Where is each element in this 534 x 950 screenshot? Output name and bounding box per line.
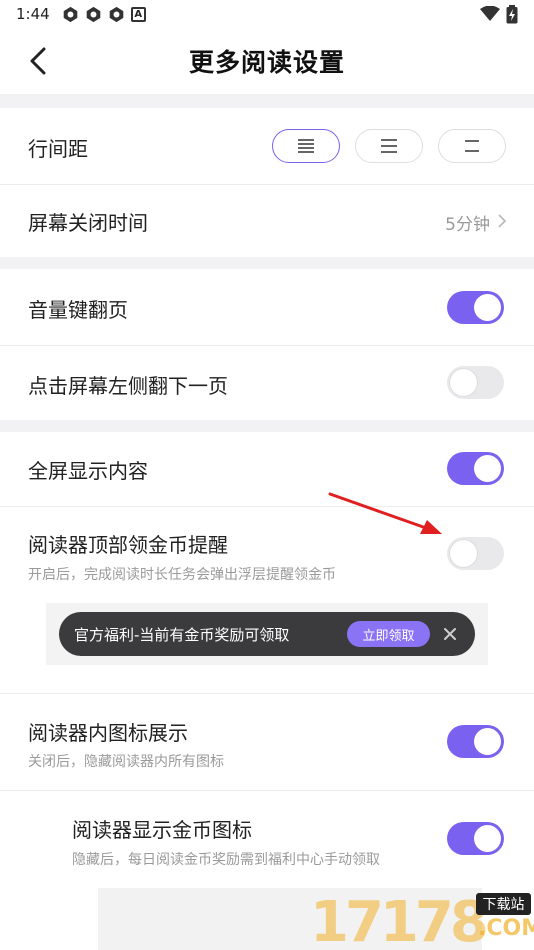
line-spacing-option-compact[interactable] <box>272 129 340 163</box>
icons-display-label: 阅读器内图标展示 <box>28 721 188 745</box>
wifi-icon <box>480 6 500 21</box>
watermark-tag: 下载站 <box>476 893 531 915</box>
app-notification-icon <box>109 6 123 22</box>
toggle-knob <box>450 369 477 396</box>
back-button[interactable] <box>22 45 54 77</box>
watermark-suffix: .COM <box>478 916 534 941</box>
icons-display-toggle[interactable] <box>447 725 504 758</box>
watermark-logo: 17178 <box>310 890 489 950</box>
volume-page-toggle[interactable] <box>447 291 504 324</box>
claim-now-button[interactable]: 立即领取 <box>347 621 430 647</box>
annotation-arrow <box>328 492 442 534</box>
battery-icon <box>506 4 518 23</box>
line-spacing-option-medium[interactable] <box>355 129 423 163</box>
line-spacing-medium-icon <box>381 139 397 153</box>
toggle-knob <box>474 728 501 755</box>
fullscreen-toggle[interactable] <box>447 452 504 485</box>
badge-icon: A <box>130 6 146 22</box>
chevron-left-icon <box>30 47 46 75</box>
tap-left-toggle[interactable] <box>447 366 504 399</box>
toggle-knob <box>474 455 501 482</box>
divider <box>0 506 534 507</box>
tap-left-label: 点击屏幕左侧翻下一页 <box>28 374 228 398</box>
status-time: 1:44 <box>16 5 50 23</box>
fullscreen-label: 全屏显示内容 <box>28 459 148 483</box>
app-notification-icon <box>63 6 77 22</box>
coin-icon-toggle[interactable] <box>447 822 504 855</box>
status-bar: 1:44 A <box>0 0 534 28</box>
toggle-knob <box>450 540 477 567</box>
divider <box>0 693 534 694</box>
screen-off-value: 5分钟 <box>445 215 490 235</box>
page-title: 更多阅读设置 <box>188 48 345 77</box>
section-gap <box>0 420 534 432</box>
close-icon[interactable] <box>440 624 460 644</box>
line-spacing-compact-icon <box>298 139 314 153</box>
divider <box>0 790 534 791</box>
coin-icon-description: 隐藏后，每日阅读金币奖励需到福利中心手动领取 <box>72 852 380 868</box>
line-spacing-option-wide[interactable] <box>438 129 506 163</box>
app-notification-icon <box>86 6 100 22</box>
volume-page-label: 音量键翻页 <box>28 298 128 322</box>
icons-display-description: 关闭后，隐藏阅读器内所有图标 <box>28 754 224 770</box>
coin-reminder-description: 开启后，完成阅读时长任务会弹出浮层提醒领金币 <box>28 567 336 583</box>
line-spacing-wide-icon <box>465 140 479 152</box>
chevron-right-icon <box>498 214 507 228</box>
coin-icon-label: 阅读器显示金币图标 <box>72 818 252 842</box>
header: 更多阅读设置 <box>0 28 534 94</box>
toggle-knob <box>474 825 501 852</box>
coin-reminder-label: 阅读器顶部领金币提醒 <box>28 533 228 557</box>
toggle-knob <box>474 294 501 321</box>
screen-off-label: 屏幕关闭时间 <box>28 211 148 235</box>
toast-message: 官方福利-当前有金币奖励可领取 <box>74 626 290 644</box>
section-gap <box>0 257 534 269</box>
coin-reminder-toggle[interactable] <box>447 537 504 570</box>
line-spacing-label: 行间距 <box>28 137 88 161</box>
notification-icons: A <box>62 6 146 23</box>
section-gap <box>0 94 534 108</box>
